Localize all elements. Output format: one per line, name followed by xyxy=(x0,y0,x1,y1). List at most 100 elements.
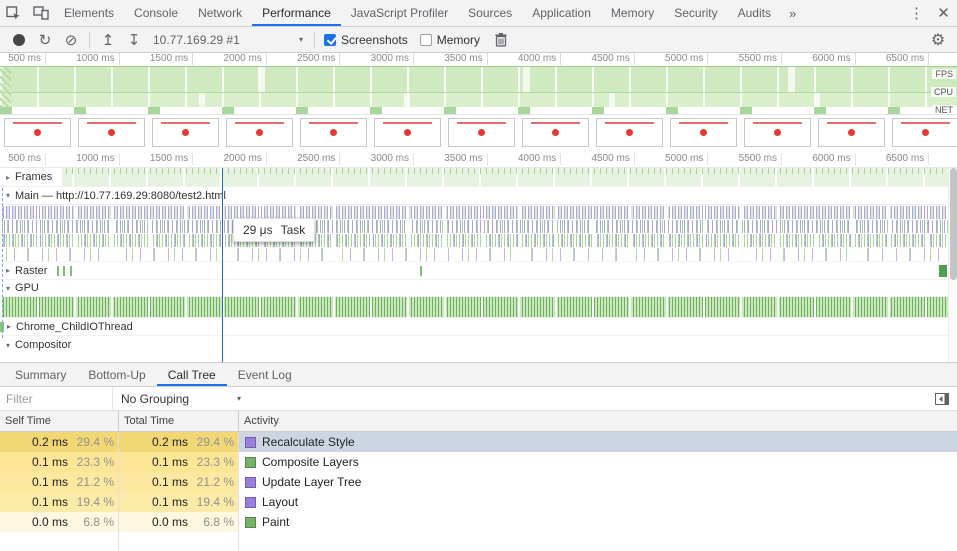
performance-toolbar: ↻ ⊘ ↥ ↧ 10.77.169.29 #1 ▾ Screenshots Me… xyxy=(0,27,957,53)
call-tree-row[interactable]: 0.1 ms 21.2 % 0.1 ms 21.2 % Update Layer Tre… xyxy=(0,472,957,492)
thumbnail-dot xyxy=(330,129,337,136)
compositor-track-header[interactable]: ▾ Compositor xyxy=(0,336,81,354)
call-tree-row[interactable]: 0.2 ms 29.4 % 0.2 ms 29.4 % Recalculate Styl… xyxy=(0,432,957,452)
screenshot-thumbnail[interactable] xyxy=(596,118,663,147)
main-track-header[interactable]: ▾ Main — http://10.77.169.29:8080/test2.… xyxy=(0,187,236,204)
load-profile-button[interactable]: ↥ xyxy=(95,28,121,52)
filter-input[interactable] xyxy=(0,387,112,410)
scrollbar-thumb[interactable] xyxy=(950,168,957,280)
filter-bar: No Grouping ▾ xyxy=(0,387,957,411)
show-heaviest-stack-button[interactable] xyxy=(935,392,949,405)
expander-expanded-icon[interactable]: ▾ xyxy=(6,341,10,350)
expander-collapsed-icon[interactable]: ▸ xyxy=(6,266,10,275)
main-track-label: Main — http://10.77.169.29:8080/test2.ht… xyxy=(15,189,226,202)
timeline-tracks[interactable]: ▸ Frames ▾ Main — http://10.77.169.29:80… xyxy=(0,168,957,362)
expander-collapsed-icon[interactable]: ▸ xyxy=(6,173,10,182)
total-time-value: 0.0 ms xyxy=(151,515,188,529)
column-activity[interactable]: Activity xyxy=(239,411,957,431)
column-self-time[interactable]: Self Time xyxy=(0,411,119,431)
gpu-track[interactable]: ▾ GPU xyxy=(0,280,957,297)
screenshot-thumbnail[interactable] xyxy=(374,118,441,147)
save-profile-button[interactable]: ↧ xyxy=(121,28,147,52)
screenshot-thumbnail[interactable] xyxy=(892,118,957,147)
clear-recording-button[interactable]: ⊘ xyxy=(58,28,84,52)
device-toolbar-button[interactable] xyxy=(27,0,54,26)
tab-elements[interactable]: Elements xyxy=(54,0,124,26)
screenshots-toggle[interactable]: Screenshots xyxy=(324,33,408,47)
screenshot-thumbnail[interactable] xyxy=(522,118,589,147)
tab-application[interactable]: Application xyxy=(522,0,601,26)
more-tabs-button[interactable]: » xyxy=(781,0,804,26)
column-total-time[interactable]: Total Time xyxy=(119,411,239,431)
gpu-track-header[interactable]: ▾ GPU xyxy=(0,280,49,296)
reload-and-profile-button[interactable]: ↻ xyxy=(32,28,58,52)
screenshot-thumbnail[interactable] xyxy=(448,118,515,147)
memory-checkbox[interactable] xyxy=(419,33,432,46)
expander-collapsed-icon[interactable]: ▸ xyxy=(7,322,11,331)
call-tree-row[interactable]: 0.0 ms 6.8 % 0.0 ms 6.8 % Paint xyxy=(0,512,957,532)
tab-console[interactable]: Console xyxy=(124,0,188,26)
overview-hatch xyxy=(0,66,11,92)
total-time-percent: 6.8 % xyxy=(203,515,234,529)
tab-performance[interactable]: Performance xyxy=(252,0,341,26)
target-select[interactable]: 10.77.169.29 #1 ▾ xyxy=(147,29,309,51)
main-flame-chart[interactable] xyxy=(0,206,957,262)
cell-activity: Layout xyxy=(239,492,957,512)
ruler-tick: 2500 ms xyxy=(294,53,341,65)
raster-track[interactable]: ▸ Raster xyxy=(0,262,957,280)
memory-toggle[interactable]: Memory xyxy=(419,33,480,47)
screenshot-thumbnail[interactable] xyxy=(300,118,367,147)
screenshot-thumbnail[interactable] xyxy=(818,118,885,147)
flame-chart-row[interactable] xyxy=(0,206,957,219)
detail-tab-bottom-up[interactable]: Bottom-Up xyxy=(77,363,156,386)
tab-javascript-profiler[interactable]: JavaScript Profiler xyxy=(341,0,458,26)
self-time-value: 0.0 ms xyxy=(31,515,68,529)
expander-expanded-icon[interactable]: ▾ xyxy=(6,284,10,293)
tab-security[interactable]: Security xyxy=(664,0,727,26)
screenshot-thumbnail[interactable] xyxy=(4,118,71,147)
compositor-track[interactable]: ▾ Compositor xyxy=(0,336,957,354)
io-track-label: Chrome_ChildIOThread xyxy=(16,320,133,333)
flame-chart-row[interactable] xyxy=(0,248,957,261)
io-track-header[interactable]: ▸ Chrome_ChildIOThread xyxy=(0,318,143,335)
grouping-select[interactable]: No Grouping ▾ xyxy=(121,392,249,406)
devtools-close-button[interactable]: ✕ xyxy=(930,0,957,26)
screenshot-thumbnail[interactable] xyxy=(152,118,219,147)
screenshot-thumbnail[interactable] xyxy=(226,118,293,147)
ruler-tick: 6000 ms xyxy=(810,53,856,65)
tooltip-duration: 29 μs xyxy=(243,223,273,237)
devtools-menu-button[interactable]: ⋮ xyxy=(903,0,930,26)
call-tree-row[interactable]: 0.1 ms 23.3 % 0.1 ms 23.3 % Composite Layers xyxy=(0,452,957,472)
call-tree-row[interactable]: 0.1 ms 19.4 % 0.1 ms 19.4 % Layout xyxy=(0,492,957,512)
gpu-activity-strip[interactable] xyxy=(0,297,957,318)
flame-chart-row[interactable] xyxy=(0,234,957,247)
io-thread-track[interactable]: ▸ Chrome_ChildIOThread xyxy=(0,318,957,336)
raster-track-header[interactable]: ▸ Raster xyxy=(0,262,58,279)
detail-tab-summary[interactable]: Summary xyxy=(4,363,77,386)
tab-memory[interactable]: Memory xyxy=(601,0,664,26)
screenshots-checkbox[interactable] xyxy=(324,33,336,46)
record-button[interactable] xyxy=(6,28,32,52)
frames-track[interactable]: ▸ Frames xyxy=(0,168,957,187)
screenshot-thumbnail[interactable] xyxy=(744,118,811,147)
inspect-element-button[interactable] xyxy=(0,0,27,26)
main-track[interactable]: ▾ Main — http://10.77.169.29:8080/test2.… xyxy=(0,187,957,205)
tab-audits[interactable]: Audits xyxy=(728,0,781,26)
detail-tab-event-log[interactable]: Event Log xyxy=(227,363,303,386)
tab-network[interactable]: Network xyxy=(188,0,252,26)
tab-sources[interactable]: Sources xyxy=(458,0,522,26)
settings-button[interactable]: ⚙ xyxy=(925,28,951,52)
timeline-overview[interactable]: 500 ms 1000 ms 1500 ms 2000 ms 2500 ms 3000 m… xyxy=(0,53,957,115)
main-ruler: 500 ms 1000 ms 1500 ms 2000 ms 2500 ms 3000 m… xyxy=(0,150,957,168)
collect-garbage-button[interactable] xyxy=(488,28,514,52)
frames-activity-strip[interactable] xyxy=(0,168,957,186)
thumbnail-dot xyxy=(848,129,855,136)
frames-track-header[interactable]: ▸ Frames xyxy=(0,168,63,186)
tracks-scrollbar[interactable] xyxy=(948,168,957,362)
screenshot-thumbnail[interactable] xyxy=(670,118,737,147)
flame-chart-row[interactable] xyxy=(0,220,957,233)
overview-row-label-net: NET xyxy=(932,105,956,114)
expander-expanded-icon[interactable]: ▾ xyxy=(6,191,10,200)
detail-tab-call-tree[interactable]: Call Tree xyxy=(156,363,227,386)
screenshot-thumbnail[interactable] xyxy=(78,118,145,147)
